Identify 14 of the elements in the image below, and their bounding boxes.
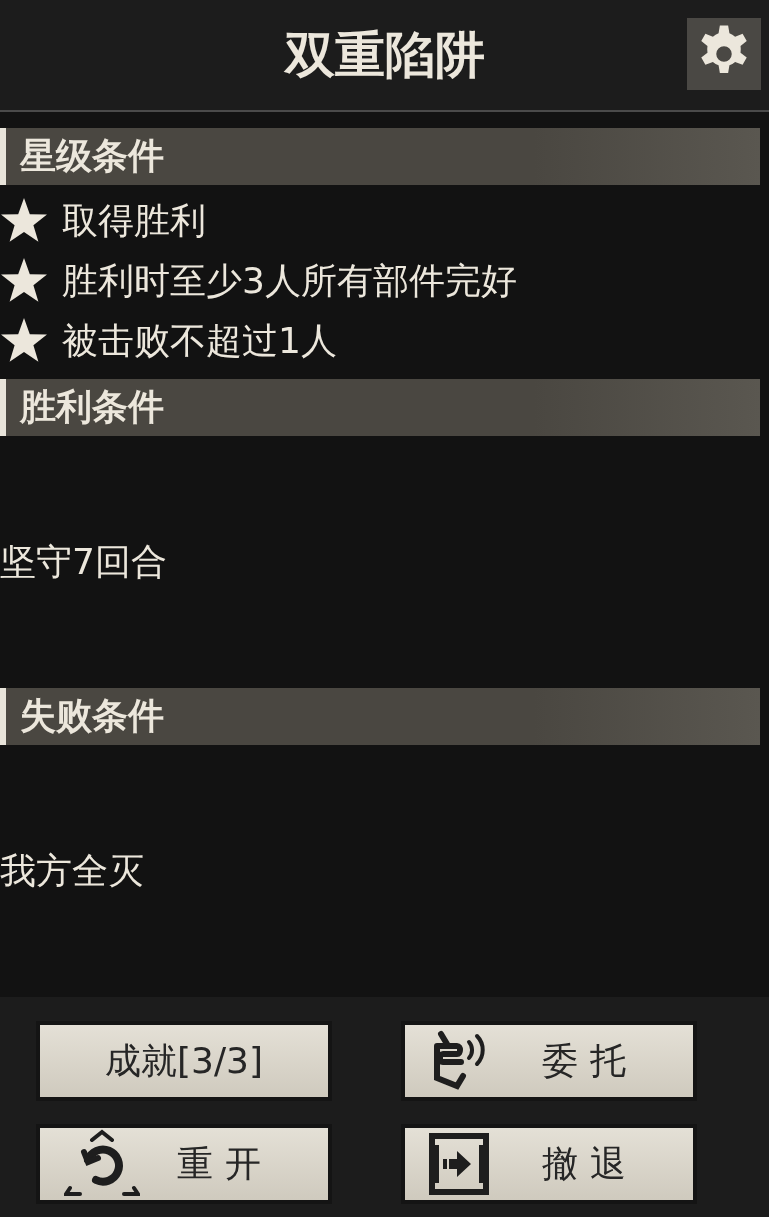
screen-title: 双重陷阱 — [284, 25, 485, 86]
section-title: 星级条件 — [20, 134, 164, 178]
star-icon — [0, 318, 48, 364]
section-title: 失败条件 — [20, 694, 164, 738]
exit-icon — [429, 1133, 489, 1195]
condition-text: 被击败不超过1人 — [62, 318, 337, 363]
condition-text: 取得胜利 — [62, 198, 206, 243]
star-icon — [0, 198, 48, 244]
star-icon — [0, 258, 48, 304]
section-title: 胜利条件 — [20, 385, 164, 429]
condition-text: 我方全灭 — [0, 848, 144, 893]
condition-text: 坚守7回合 — [0, 539, 167, 584]
settings-button[interactable] — [687, 18, 761, 90]
condition-text: 胜利时至少3人所有部件完好 — [62, 258, 517, 303]
